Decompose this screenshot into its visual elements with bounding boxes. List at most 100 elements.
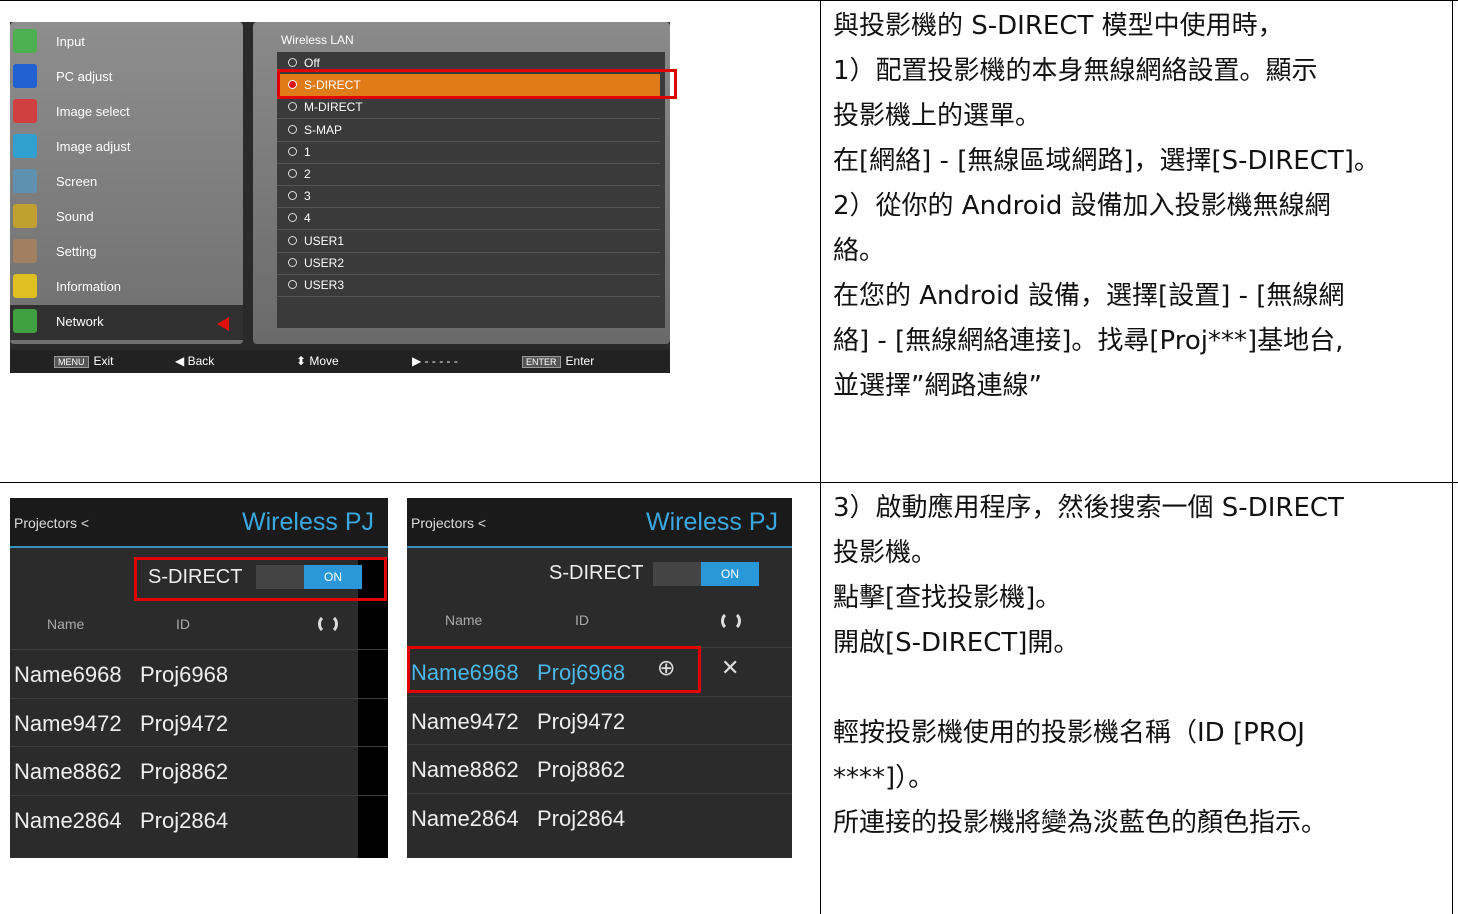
projector-row[interactable]: Name8862 Proj8862 [407, 744, 792, 793]
osd-menu-label: Information [56, 279, 122, 294]
s-direct-highlight-box [134, 557, 387, 601]
s-direct-toggle[interactable]: ON [653, 562, 759, 586]
text-line: 2）從你的 Android 設備加入投影機無線網 [833, 191, 1331, 221]
text-line: 在[網絡] - [無線區域網路]，選擇[S-DIRECT]。 [833, 146, 1380, 176]
radio-icon [288, 169, 297, 178]
osd-menu-label: Image select [56, 104, 130, 119]
osd-option[interactable]: USER3 [277, 274, 660, 297]
column-name-header: Name [445, 612, 483, 628]
projector-id: Proj8862 [537, 757, 626, 782]
osd-menu-item[interactable]: Information [10, 270, 243, 305]
osd-option[interactable]: 4 [277, 207, 660, 231]
input-icon [13, 29, 37, 53]
projector-row[interactable]: Name9472 Proj9472 [407, 695, 792, 745]
radio-icon [288, 124, 297, 134]
close-icon[interactable]: ✕ [721, 656, 739, 681]
osd-option-label: USER2 [304, 255, 345, 270]
osd-option-label: M-DIRECT [304, 100, 363, 115]
osd-menu-label: Sound [56, 209, 94, 224]
osd-main-menu: Input PC adjust Image select Image adjust Sc… [10, 22, 243, 344]
refresh-icon[interactable] [721, 611, 741, 631]
projector-row[interactable]: Name6968 Proj6968 [10, 649, 388, 698]
projector-name: Name9472 [411, 708, 519, 734]
table-border-top [0, 0, 1458, 1]
osd-highlight-box [277, 69, 677, 99]
radio-icon [288, 280, 297, 289]
osd-menu-label: Input [56, 34, 85, 49]
projector-row[interactable]: Name8862 Proj8862 [10, 746, 388, 795]
osd-option-label: 2 [304, 167, 311, 181]
osd-option-label: USER1 [304, 233, 345, 248]
projector-name: Name8862 [411, 757, 519, 782]
projectors-link[interactable]: Projectors < [411, 515, 486, 531]
radio-icon [288, 257, 297, 267]
text-line: 與投影機的 S-DIRECT 模型中使用時， [833, 11, 1284, 41]
osd-option[interactable]: USER2 [277, 252, 660, 275]
osd-menu-item[interactable]: Input [10, 25, 243, 60]
osd-footer-dots: ▶ - - - - - [412, 354, 458, 368]
column-name-header: Name [47, 616, 85, 632]
osd-option[interactable]: S-MAP [277, 119, 660, 142]
text-line: 投影機。 [833, 538, 938, 568]
osd-option[interactable]: USER1 [277, 230, 660, 253]
projectors-link[interactable]: Projectors < [14, 515, 89, 531]
setting-icon [13, 239, 37, 263]
osd-footer-enter: ENTER Enter [522, 354, 594, 368]
osd-menu-label: PC adjust [56, 69, 113, 84]
text-line: 絡] - [無線網絡連接]。找尋[Proj***]基地台, [833, 326, 1344, 356]
phone-screenshot-1: Projectors < Wireless PJ S-DIRECT ON Nam… [10, 498, 388, 858]
column-id-header: ID [575, 612, 589, 628]
text-line: 並選擇”網路連線” [833, 371, 1042, 401]
table-border-mid [0, 482, 1458, 483]
table-border-right [1452, 0, 1453, 914]
osd-menu-item[interactable]: PC adjust [10, 60, 243, 95]
pc-adjust-icon [13, 64, 37, 88]
osd-menu-item[interactable]: Sound [10, 200, 243, 235]
refresh-icon[interactable] [318, 614, 338, 634]
text-line [833, 666, 1344, 711]
osd-footer-move: ⬍ Move [296, 354, 339, 368]
screen-icon [13, 169, 37, 193]
osd-option-label: 1 [304, 144, 311, 159]
information-icon [13, 274, 37, 298]
column-id-header: ID [176, 616, 190, 632]
app-title: Wireless PJ [646, 508, 778, 536]
projector-row[interactable]: Name9472 Proj9472 [10, 697, 388, 747]
text-line: 投影機上的選單。 [833, 101, 1042, 131]
osd-option[interactable]: M-DIRECT [277, 96, 660, 120]
osd-menu-item[interactable]: Setting [10, 235, 243, 270]
projector-osd-screenshot: Input PC adjust Image select Image adjust Sc… [10, 22, 677, 373]
table-border-divider [820, 0, 821, 914]
s-direct-label: S-DIRECT [549, 562, 644, 584]
osd-option-label: USER3 [304, 278, 345, 292]
osd-menu-item[interactable]: Screen [10, 165, 243, 200]
osd-menu-item[interactable]: Image adjust [10, 130, 243, 165]
radio-icon [288, 58, 297, 67]
text-line: 輕按投影機使用的投影機名稱（ID [PROJ [833, 718, 1305, 748]
image-adjust-icon [13, 134, 37, 158]
projector-row[interactable]: Name2864 Proj2864 [10, 794, 388, 844]
projector-id: Proj9472 [537, 708, 626, 734]
app-title: Wireless PJ [242, 508, 374, 536]
projector-name: Name2864 [411, 805, 519, 831]
projector-id: Proj9472 [140, 710, 229, 736]
osd-menu-label: Screen [56, 174, 98, 189]
instruction-text-1: 與投影機的 S-DIRECT 模型中使用時， 1）配置投影機的本身無線網絡設置。… [833, 4, 1380, 409]
osd-footer: MENU Exit ◀ Back ⬍ Move ▶ - - - - - ENTER… [10, 350, 670, 373]
osd-menu-item[interactable]: Image select [10, 95, 243, 130]
osd-option[interactable]: 3 [277, 185, 660, 209]
radio-icon [288, 213, 297, 223]
instruction-text-2: 3）啟動應用程序，然後搜索一個 S-DIRECT 投影機。 點擊[查找投影機]。 開啟… [833, 486, 1344, 846]
osd-option-label: S-MAP [304, 122, 343, 137]
osd-option-label: 4 [304, 211, 311, 226]
osd-menu-item[interactable]: Network [10, 305, 243, 340]
osd-option[interactable]: 2 [277, 163, 660, 186]
radio-icon [288, 235, 297, 245]
text-line: 在您的 Android 設備，選擇[設置] - [無線網 [833, 281, 1345, 311]
projector-name: Name2864 [14, 807, 122, 833]
osd-option-label: 3 [304, 189, 311, 204]
projector-row[interactable]: Name2864 Proj2864 [407, 792, 792, 842]
phone-topbar: Projectors < Wireless PJ [407, 498, 792, 548]
projector-id: Proj6968 [140, 662, 229, 687]
osd-option[interactable]: 1 [277, 141, 660, 164]
